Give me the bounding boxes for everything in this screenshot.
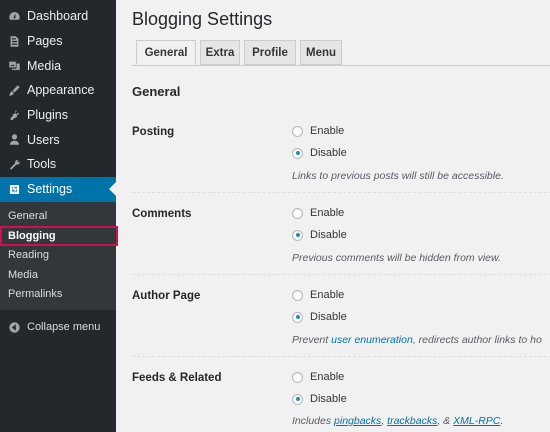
sidebar-item-label: Media <box>27 58 62 73</box>
row-separator <box>132 356 550 357</box>
setting-label-feeds-related: Feeds & Related <box>132 372 222 384</box>
user-enumeration-link[interactable]: user enumeration <box>331 334 413 346</box>
tab-profile[interactable]: Profile <box>244 40 296 65</box>
description-text: . <box>500 415 504 427</box>
sidebar-item-users[interactable]: Users <box>0 127 116 152</box>
posting-enable-option[interactable]: Enable <box>292 125 344 137</box>
author-page-description: Prevent user enumeration, redirects auth… <box>292 334 542 346</box>
option-label: Enable <box>310 125 345 137</box>
settings-icon <box>7 182 21 196</box>
sidebar-item-label: Plugins <box>27 108 68 123</box>
sidebar-item-label: Settings <box>27 182 73 197</box>
tab-extra[interactable]: Extra <box>200 40 240 65</box>
tab-menu[interactable]: Menu <box>300 40 342 65</box>
sidebar-item-pages[interactable]: Pages <box>0 29 116 54</box>
option-label: Disable <box>310 393 347 405</box>
sidebar-item-label: Tools <box>27 157 57 172</box>
feeds-description: Includes pingbacks, trackbacks, & XML-RP… <box>292 415 503 427</box>
sidebar-item-media[interactable]: Media <box>0 53 116 78</box>
sidebar-item-label: Appearance <box>27 83 95 98</box>
feeds-enable-radio[interactable] <box>292 371 303 383</box>
tab-general[interactable]: General <box>136 40 196 65</box>
posting-disable-radio[interactable] <box>292 147 303 159</box>
author-page-disable-radio[interactable] <box>292 311 303 323</box>
feeds-disable-radio[interactable] <box>292 393 303 405</box>
pingbacks-link[interactable]: pingbacks <box>334 415 381 427</box>
plugins-icon <box>7 108 21 122</box>
submenu-item-permalinks[interactable]: Permalinks <box>0 285 116 305</box>
option-label: Disable <box>310 311 347 323</box>
collapse-menu-button[interactable]: Collapse menu <box>0 314 116 340</box>
admin-sidebar: Dashboard Pages Media Appearance Plugins… <box>0 0 118 432</box>
description-text: Prevent <box>292 334 332 346</box>
author-page-enable-radio[interactable] <box>292 289 303 301</box>
submenu-item-general[interactable]: General <box>0 207 116 227</box>
sidebar-item-appearance[interactable]: Appearance <box>0 78 116 103</box>
comments-disable-option[interactable]: Disable <box>292 229 347 241</box>
author-page-disable-option[interactable]: Disable <box>292 311 347 323</box>
section-title: General <box>132 84 181 99</box>
submenu-item-media[interactable]: Media <box>0 265 116 285</box>
description-text: , redirects author links to ho <box>412 334 542 346</box>
pages-icon <box>7 34 21 48</box>
sidebar-item-settings[interactable]: Settings <box>0 176 116 202</box>
posting-disable-option[interactable]: Disable <box>292 147 347 159</box>
description-text: , & <box>437 415 454 427</box>
tools-icon <box>7 157 21 171</box>
feeds-disable-option[interactable]: Disable <box>292 393 347 405</box>
sidebar-item-dashboard[interactable]: Dashboard <box>0 4 116 29</box>
posting-enable-radio[interactable] <box>292 125 303 137</box>
collapse-menu-label: Collapse menu <box>27 321 101 333</box>
row-separator <box>132 274 550 275</box>
page-title: Blogging Settings <box>132 9 273 29</box>
sidebar-item-plugins[interactable]: Plugins <box>0 103 116 128</box>
xml-rpc-link[interactable]: XML-RPC <box>453 415 500 427</box>
appearance-icon <box>7 83 21 97</box>
sidebar-item-label: Dashboard <box>27 9 89 24</box>
description-text: Includes <box>292 415 335 427</box>
settings-tabs: General Extra Profile Menu <box>136 40 346 65</box>
comments-enable-radio[interactable] <box>292 207 303 219</box>
option-label: Disable <box>310 147 347 159</box>
option-label: Disable <box>310 229 347 241</box>
settings-submenu: General Blogging Reading Media Permalink… <box>0 201 118 310</box>
comments-description: Previous comments will be hidden from vi… <box>292 252 501 264</box>
sidebar-item-label: Pages <box>27 34 63 49</box>
submenu-item-blogging[interactable]: Blogging <box>0 226 118 246</box>
author-page-enable-option[interactable]: Enable <box>292 289 344 301</box>
option-label: Enable <box>310 207 345 219</box>
row-separator <box>132 192 550 193</box>
comments-disable-radio[interactable] <box>292 229 303 241</box>
submenu-item-reading[interactable]: Reading <box>0 246 116 266</box>
sidebar-item-tools[interactable]: Tools <box>0 152 116 177</box>
option-label: Enable <box>310 289 345 301</box>
tabs-divider <box>132 65 550 66</box>
collapse-arrow-icon <box>7 320 21 334</box>
users-icon <box>7 133 21 147</box>
main-content: Blogging Settings General Extra Profile … <box>116 0 550 432</box>
option-label: Enable <box>310 371 345 383</box>
trackbacks-link[interactable]: trackbacks <box>387 415 437 427</box>
feeds-enable-option[interactable]: Enable <box>292 371 344 383</box>
comments-enable-option[interactable]: Enable <box>292 207 344 219</box>
setting-label-author-page: Author Page <box>132 290 201 302</box>
media-icon <box>7 59 21 73</box>
sidebar-item-label: Users <box>27 132 60 147</box>
posting-description: Links to previous posts will still be ac… <box>292 170 504 182</box>
setting-label-comments: Comments <box>132 208 192 220</box>
dashboard-icon <box>7 9 21 23</box>
setting-label-posting: Posting <box>132 126 175 138</box>
